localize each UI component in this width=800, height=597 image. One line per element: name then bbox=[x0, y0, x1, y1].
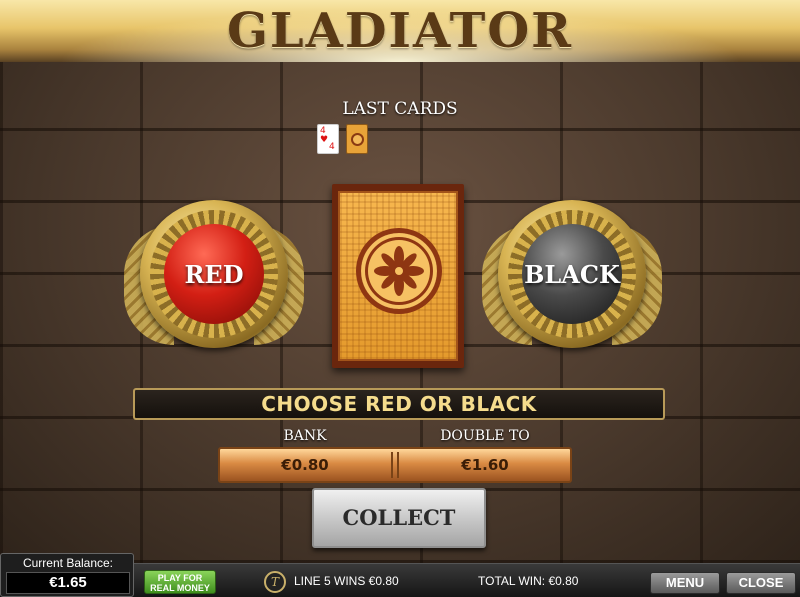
total-win-text: TOTAL WIN: €0.80 bbox=[478, 574, 579, 588]
flower-medallion-icon bbox=[356, 228, 442, 314]
close-button[interactable]: CLOSE bbox=[726, 572, 796, 594]
black-choice-wreath: BLACK bbox=[482, 200, 662, 360]
red-choice-wreath: RED bbox=[124, 200, 304, 360]
heart-icon: ♥ bbox=[320, 135, 329, 145]
gold-ring: RED bbox=[140, 200, 288, 348]
game-title: GLADIATOR bbox=[226, 3, 574, 59]
last-card-back bbox=[346, 124, 368, 154]
menu-button[interactable]: MENU bbox=[650, 572, 720, 594]
play-for-real-money-button[interactable]: PLAY FOR REAL MONEY bbox=[144, 570, 216, 594]
gold-ring: BLACK bbox=[498, 200, 646, 348]
bank-value: €0.80 bbox=[281, 456, 329, 474]
bank-label: BANK bbox=[283, 428, 327, 444]
balance-label: Current Balance: bbox=[22, 556, 114, 570]
collect-button[interactable]: COLLECT bbox=[312, 488, 486, 548]
card-rank-bottom: 4 bbox=[329, 142, 335, 152]
black-button[interactable]: BLACK bbox=[522, 224, 622, 324]
message-bar: CHOOSE RED OR BLACK bbox=[133, 388, 665, 420]
card-back-pattern bbox=[338, 191, 458, 361]
line-win-text: LINE 5 WINS €0.80 bbox=[294, 574, 399, 588]
double-to-label: DOUBLE TO bbox=[440, 428, 530, 444]
t-logo-icon: T bbox=[264, 571, 286, 593]
flower-medallion-icon bbox=[351, 133, 364, 146]
red-button[interactable]: RED bbox=[164, 224, 264, 324]
last-cards-label: LAST CARDS bbox=[342, 99, 458, 119]
balance-value: €1.65 bbox=[6, 572, 130, 594]
bank-double-bar: €0.80 €1.60 bbox=[218, 447, 572, 483]
bar-separator bbox=[391, 452, 399, 478]
face-down-card bbox=[332, 184, 464, 368]
last-card-4-hearts: 4 ♥ 4 bbox=[317, 124, 339, 154]
double-to-value: €1.60 bbox=[461, 456, 509, 474]
balance-box: Current Balance: €1.65 bbox=[0, 553, 134, 597]
